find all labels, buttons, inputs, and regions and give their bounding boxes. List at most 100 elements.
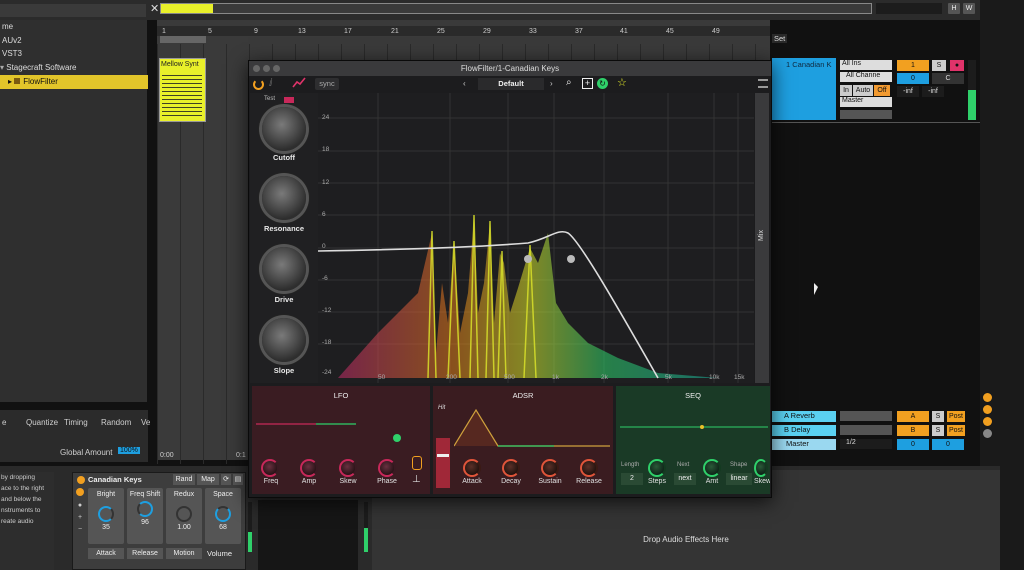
return-b-send[interactable] — [840, 425, 892, 435]
return-a-header[interactable]: A Reverb — [772, 411, 836, 422]
browser-item[interactable]: VST3 — [0, 47, 148, 61]
side-button[interactable] — [983, 405, 992, 414]
macro-knob[interactable] — [176, 506, 192, 522]
lfo-amp-knob[interactable] — [300, 459, 318, 477]
rack-side-buttons[interactable]: ● + − — [76, 488, 84, 558]
add-preset-icon[interactable]: + — [582, 78, 593, 89]
adsr-level-slider[interactable] — [436, 438, 450, 488]
output-select[interactable]: Master — [840, 97, 892, 107]
sync-button[interactable]: sync — [315, 78, 339, 90]
window-close-button[interactable] — [253, 65, 260, 72]
menu-icon[interactable] — [758, 79, 768, 88]
side-button[interactable] — [983, 429, 992, 438]
drive-knob[interactable] — [262, 247, 306, 291]
pan-field[interactable]: C — [932, 73, 964, 84]
arm-button[interactable]: ● — [950, 60, 964, 71]
rack-save-icon[interactable]: ▤ — [233, 474, 243, 485]
solo-button[interactable]: S — [932, 60, 946, 71]
macro-7[interactable]: Motion — [166, 548, 202, 559]
decay-knob[interactable] — [502, 459, 520, 477]
search-icon[interactable]: ⌕ — [566, 78, 572, 88]
browser-item[interactable]: me — [0, 20, 148, 34]
lfo-retrig-icon[interactable]: ⊥ — [412, 474, 421, 485]
filter-display[interactable] — [317, 93, 754, 383]
preset-selector[interactable]: Default — [478, 78, 544, 90]
macro-knob[interactable] — [98, 506, 114, 522]
macro-knob[interactable] — [137, 501, 153, 517]
w-button[interactable]: W — [963, 3, 975, 14]
overview-visible-region[interactable] — [161, 4, 213, 13]
track-activator[interactable]: 1 — [897, 60, 929, 71]
output-sub-select[interactable] — [840, 110, 892, 119]
attack-knob[interactable] — [463, 459, 481, 477]
browser-search-field[interactable] — [0, 4, 146, 17]
sustain-knob[interactable] — [541, 459, 559, 477]
filter-node[interactable] — [567, 255, 575, 263]
filter-node[interactable] — [524, 255, 532, 263]
steps-knob[interactable] — [648, 459, 666, 477]
side-button[interactable] — [983, 417, 992, 426]
cue-select[interactable]: 1/2 — [840, 439, 892, 449]
rack-hot-swap-icon[interactable]: ⟳ — [221, 474, 231, 485]
return-a-activator[interactable]: A — [897, 411, 929, 422]
macro-knob[interactable] — [215, 506, 231, 522]
return-b-post[interactable]: Post — [947, 425, 965, 436]
rack-side-button[interactable]: ● — [76, 500, 84, 512]
lfo-freq-knob[interactable] — [261, 459, 279, 477]
input-type-select[interactable]: All Ins — [840, 60, 892, 70]
info-icon[interactable]: ⅈ — [269, 78, 273, 89]
monitor-off[interactable]: Off — [874, 85, 890, 96]
browser-item[interactable]: AUv2 — [0, 34, 148, 48]
global-amount-value[interactable]: 100% — [118, 447, 140, 454]
side-button[interactable] — [983, 393, 992, 402]
seq-length-value[interactable]: 2 — [621, 473, 643, 485]
seq-steps-display[interactable] — [620, 402, 768, 446]
release-knob[interactable] — [580, 459, 598, 477]
map-button[interactable]: Map — [197, 474, 219, 485]
lfo-skew-knob[interactable] — [339, 459, 357, 477]
window-zoom-button[interactable] — [273, 65, 280, 72]
return-a-solo[interactable]: S — [932, 411, 944, 422]
lfo-phase-knob[interactable] — [378, 459, 396, 477]
master-volume[interactable]: 0 — [897, 439, 929, 450]
volume-field[interactable]: 0 — [897, 73, 929, 84]
input-channel-select[interactable]: All Channe — [840, 72, 892, 82]
loop-brace[interactable] — [160, 36, 206, 43]
lfo-wave[interactable] — [256, 402, 426, 446]
preset-prev-icon[interactable]: ‹ — [463, 79, 466, 88]
macro-2[interactable]: Freq Shift 96 — [127, 488, 163, 544]
browser-item-selected[interactable]: ▸ FlowFilter — [0, 75, 148, 89]
h-button[interactable]: H — [948, 3, 960, 14]
rand-button[interactable]: Rand — [173, 474, 195, 485]
rack-remove-icon[interactable]: − — [76, 524, 84, 536]
seq-skew-knob[interactable] — [754, 459, 768, 477]
macro-5[interactable]: Attack — [88, 548, 124, 559]
window-minimize-button[interactable] — [263, 65, 270, 72]
curve-icon[interactable] — [292, 77, 306, 89]
power-icon[interactable] — [253, 79, 264, 90]
resonance-knob[interactable] — [262, 176, 306, 220]
side-buttons[interactable] — [983, 393, 993, 445]
browser-folder[interactable]: ▾ Stagecraft Software — [0, 61, 148, 75]
return-a-send[interactable] — [840, 411, 892, 421]
amt-knob[interactable] — [703, 459, 721, 477]
return-b-activator[interactable]: B — [897, 425, 929, 436]
monitor-in[interactable]: In — [840, 85, 852, 96]
rack-macro-show-icon[interactable] — [76, 488, 84, 496]
master-pan[interactable]: 0 — [932, 439, 964, 450]
overview-bar[interactable] — [160, 3, 872, 14]
preset-next-icon[interactable]: › — [550, 79, 553, 88]
slope-knob[interactable] — [262, 318, 306, 362]
lfo-shape-icon[interactable] — [412, 456, 422, 470]
return-a-post[interactable]: Post — [947, 411, 965, 422]
monitor-auto[interactable]: Auto — [853, 85, 873, 96]
midi-clip[interactable]: Mellow Synt — [159, 58, 206, 122]
refresh-icon[interactable]: ↻ — [597, 78, 608, 89]
cutoff-knob[interactable] — [262, 107, 306, 151]
seq-next-value[interactable]: next — [674, 473, 696, 485]
macro-1[interactable]: Bright 35 — [88, 488, 124, 544]
rack-power-icon[interactable] — [77, 476, 85, 484]
seq-shape-value[interactable]: linear — [726, 473, 752, 485]
master-header[interactable]: Master — [772, 439, 836, 450]
rack-add-icon[interactable]: + — [76, 512, 84, 524]
